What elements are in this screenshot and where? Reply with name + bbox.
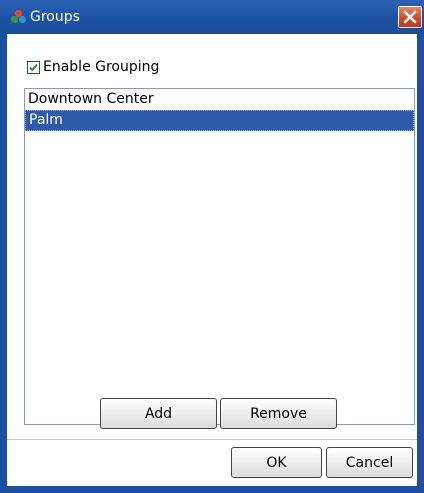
enable-grouping-checkbox[interactable] (27, 60, 40, 74)
enable-grouping-option[interactable]: Enable Grouping (27, 58, 159, 76)
list-item-downtown-center[interactable]: Downtown Center (25, 89, 414, 110)
add-button[interactable]: Add (100, 398, 217, 429)
groups-listbox[interactable]: Downtown Center Palm (24, 88, 415, 425)
window-title: Groups (30, 9, 80, 25)
title-bar[interactable]: Groups (0, 0, 424, 34)
ok-button[interactable]: OK (231, 447, 322, 478)
close-button[interactable] (398, 6, 422, 28)
list-item-palm[interactable]: Palm (25, 110, 414, 131)
dialog-body: Enable Grouping Downtown Center Palm Add… (7, 34, 417, 486)
groups-icon (10, 9, 27, 25)
groups-dialog: Groups Enable Grouping Downtown Center P… (0, 0, 424, 493)
button-separator (7, 439, 417, 440)
checkmark-icon (29, 63, 38, 71)
enable-grouping-label: Enable Grouping (43, 59, 160, 75)
close-icon (403, 10, 417, 24)
remove-button[interactable]: Remove (220, 398, 337, 429)
cancel-button[interactable]: Cancel (326, 447, 413, 478)
